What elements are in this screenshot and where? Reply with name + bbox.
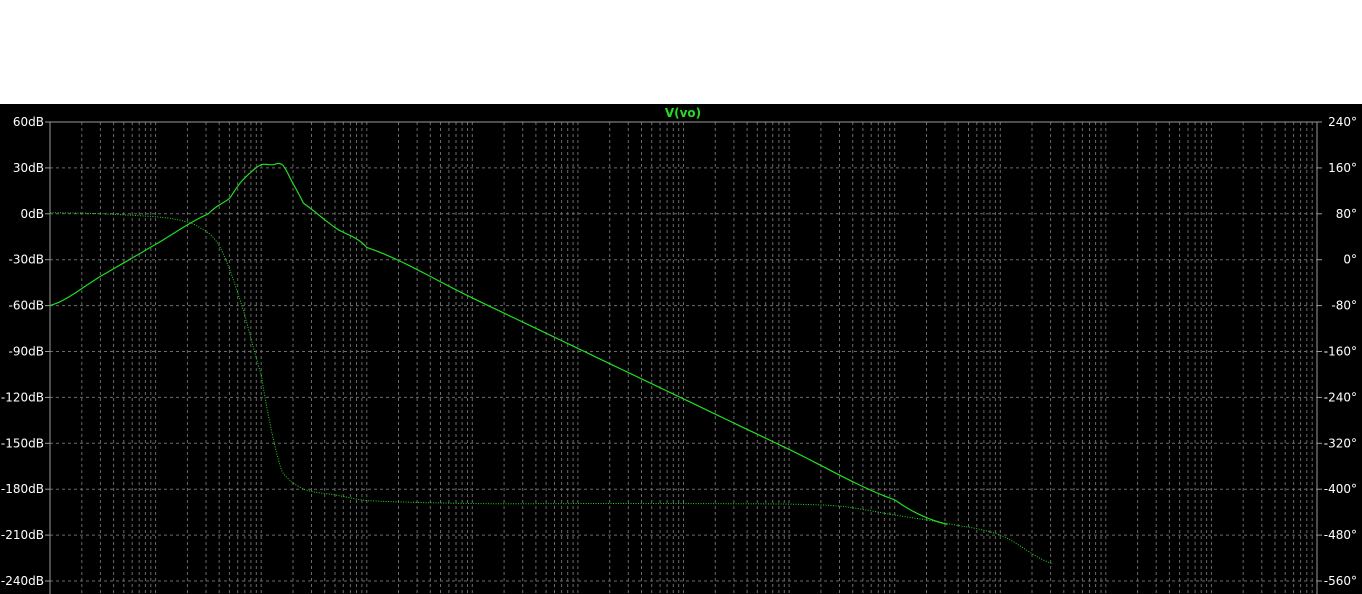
left-tick-label: -210dB — [1, 528, 44, 542]
left-tick-label: 60dB — [13, 115, 44, 129]
right-tick-label: 160° — [1328, 161, 1357, 175]
right-tick-label: -240° — [1324, 390, 1357, 404]
left-tick-label: -180dB — [1, 482, 44, 496]
right-tick-label: -560° — [1324, 574, 1357, 588]
bode-plot[interactable]: V(vo) 60dB 30dB 0dB -30dB -60dB -90dB -120dB -1… — [0, 0, 1362, 594]
right-tick-label: 80° — [1336, 207, 1357, 221]
magnitude-trace[interactable] — [49, 162, 948, 525]
traces — [49, 162, 1054, 565]
left-tick-label: 30dB — [13, 161, 44, 175]
trace-title[interactable]: V(vo) — [665, 106, 701, 120]
right-tick-label: -320° — [1324, 436, 1357, 450]
left-tick-label: -240dB — [1, 574, 44, 588]
right-tick-label: -480° — [1324, 528, 1357, 542]
right-tick-label: -160° — [1324, 345, 1357, 359]
left-tick-label: 0dB — [21, 207, 44, 221]
grid-lines — [50, 122, 1317, 594]
left-tick-label: -120dB — [1, 390, 44, 404]
right-tick-label: -400° — [1324, 482, 1357, 496]
left-axis-ticks: 60dB 30dB 0dB -30dB -60dB -90dB -120dB -150dB -1… — [1, 115, 50, 588]
right-tick-label: 0° — [1343, 253, 1357, 267]
right-tick-label: 240° — [1328, 115, 1357, 129]
left-tick-label: -60dB — [9, 299, 44, 313]
right-axis-ticks: 240° 160° 80° 0° -80° -160° -240° -320° -400° -48… — [1317, 115, 1357, 588]
right-tick-label: -80° — [1331, 299, 1357, 313]
left-tick-label: -30dB — [9, 253, 44, 267]
phase-trace[interactable] — [50, 212, 1054, 565]
left-tick-label: -150dB — [1, 436, 44, 450]
left-tick-label: -90dB — [9, 345, 44, 359]
